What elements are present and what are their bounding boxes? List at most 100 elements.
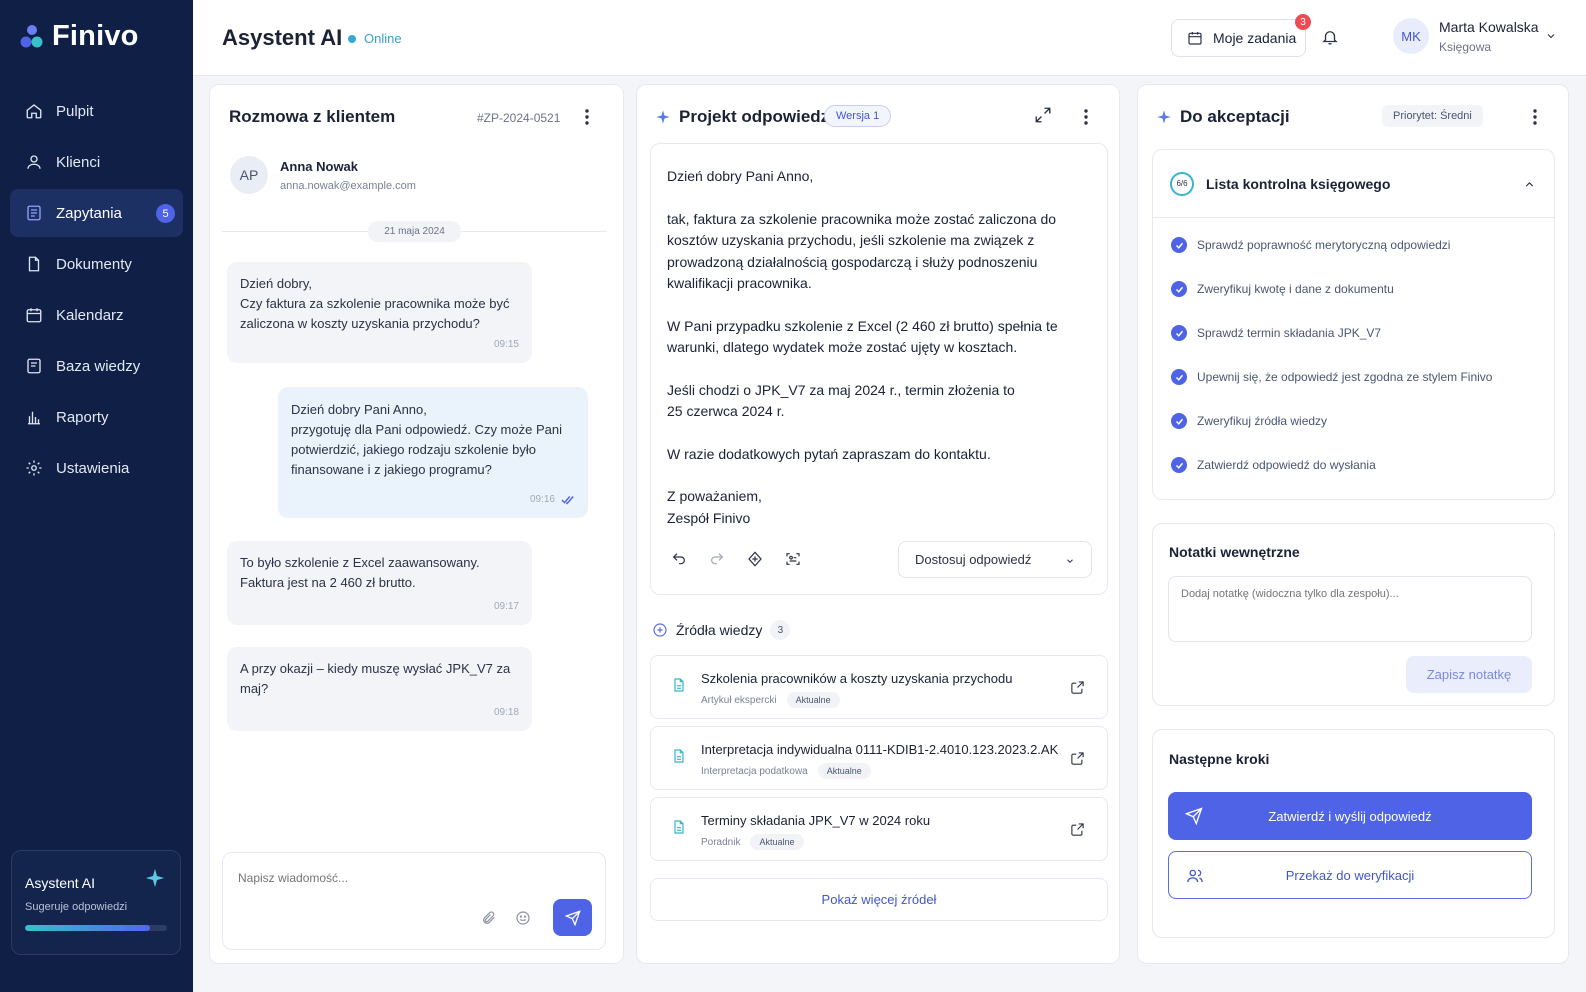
draft-paragraph: W Pani przypadku szkolenie z Excel (2 46… xyxy=(667,317,1058,356)
version-badge[interactable]: Wersja 1 xyxy=(824,105,892,127)
document-icon xyxy=(671,818,687,836)
document-icon xyxy=(671,676,687,694)
checklist-item-label: Upewnij się, że odpowiedź jest zgodna ze… xyxy=(1197,370,1493,384)
checklist-item[interactable]: Sprawdź poprawność merytoryczną odpowied… xyxy=(1153,223,1554,267)
check-icon xyxy=(1171,413,1187,429)
source-title: Terminy składania JPK_V7 w 2024 roku xyxy=(701,813,931,828)
show-more-sources-button[interactable]: Pokaż więcej źródeł xyxy=(650,878,1108,921)
user-name: Marta Kowalska xyxy=(1439,18,1539,35)
external-link-icon[interactable] xyxy=(1070,751,1085,766)
note-input[interactable] xyxy=(1168,576,1532,642)
sparkle-icon xyxy=(1156,109,1172,125)
emoji-icon[interactable] xyxy=(515,910,531,926)
checklist-item[interactable]: Zweryfikuj kwotę i dane z dokumentu xyxy=(1153,267,1554,311)
plus-circle-icon xyxy=(652,622,668,638)
message-time: 09:16 xyxy=(529,494,555,505)
checklist-item[interactable]: Zatwierdź odpowiedź do wysłania xyxy=(1153,443,1554,487)
chevron-up-icon[interactable] xyxy=(1523,178,1536,191)
message-text: Dzień dobry Pani Anno, przygotuję dla Pa… xyxy=(291,402,562,477)
date-label: 21 maja 2024 xyxy=(368,220,461,242)
check-icon xyxy=(1171,369,1187,385)
paperclip-icon[interactable] xyxy=(481,910,497,926)
logo[interactable]: Finivo xyxy=(20,20,139,53)
expand-icon[interactable] xyxy=(1034,106,1052,124)
external-link-icon[interactable] xyxy=(1070,822,1085,837)
document-icon xyxy=(671,747,687,765)
source-item[interactable]: Terminy składania JPK_V7 w 2024 roku Por… xyxy=(650,797,1108,861)
checklist-header[interactable]: 6/6 Lista kontrolna księgowego xyxy=(1153,150,1554,218)
more-options-icon[interactable] xyxy=(579,107,595,127)
ai-card-subtitle: Sugeruje odpowiedzi xyxy=(25,901,128,913)
ai-rewrite-icon[interactable] xyxy=(747,551,763,567)
sidebar-nav: Pulpit Klienci Zapytania 5 Dokumenty Kal… xyxy=(10,87,183,495)
message-input[interactable] xyxy=(238,871,538,885)
forward-verification-button[interactable]: Przekaż do weryfikacji xyxy=(1168,851,1532,899)
message-outgoing: Dzień dobry Pani Anno, przygotuję dla Pa… xyxy=(278,387,588,518)
checklist-item-label: Sprawdź poprawność merytoryczną odpowied… xyxy=(1197,238,1451,252)
approval-panel: Do akceptacji Priorytet: Średni 6/6 List… xyxy=(1137,84,1569,964)
approve-send-button[interactable]: Zatwierdź i wyślij odpowiedź xyxy=(1168,792,1532,840)
save-note-button[interactable]: Zapisz notatkę xyxy=(1406,656,1532,693)
sidebar-item-pulpit[interactable]: Pulpit xyxy=(10,87,183,135)
next-steps-title: Następne kroki xyxy=(1169,751,1270,767)
status-indicator: Online xyxy=(348,31,402,46)
more-options-icon[interactable] xyxy=(1527,107,1543,127)
notes-title: Notatki wewnętrzne xyxy=(1169,544,1300,560)
send-icon xyxy=(1185,807,1203,825)
redo-icon[interactable] xyxy=(709,551,725,567)
source-title: Szkolenia pracowników a koszty uzyskania… xyxy=(701,671,1013,686)
checklist-item[interactable]: Zweryfikuj źródła wiedzy xyxy=(1153,399,1554,443)
sidebar-item-label: Kalendarz xyxy=(56,306,124,324)
draft-paragraph: tak, faktura za szkolenie pracownika moż… xyxy=(667,210,1057,292)
source-tag: Aktualne xyxy=(786,692,840,708)
checklist-item[interactable]: Upewnij się, że odpowiedź jest zgodna ze… xyxy=(1153,355,1554,399)
more-options-icon[interactable] xyxy=(1078,107,1094,127)
sidebar-item-label: Zapytania xyxy=(56,204,122,222)
tasks-count-badge: 3 xyxy=(1295,14,1311,30)
checklist-item-label: Sprawdź termin składania JPK_V7 xyxy=(1197,326,1382,340)
checklist-item[interactable]: Sprawdź termin składania JPK_V7 xyxy=(1153,311,1554,355)
avatar: MK xyxy=(1393,18,1429,54)
client-email: anna.nowak@example.com xyxy=(280,179,416,192)
message-incoming: Dzień dobry, Czy faktura za szkolenie pr… xyxy=(227,262,532,363)
page-title: Asystent AI xyxy=(222,25,343,50)
adjust-response-dropdown[interactable]: Dostosuj odpowiedź xyxy=(898,541,1092,578)
draft-text[interactable]: Dzień dobry Pani Anno, tak, faktura za s… xyxy=(667,166,1087,550)
sidebar-item-klienci[interactable]: Klienci xyxy=(10,138,183,186)
draft-editor[interactable]: Dzień dobry Pani Anno, tak, faktura za s… xyxy=(650,143,1108,595)
sidebar-item-raporty[interactable]: Raporty xyxy=(10,393,183,441)
send-button[interactable] xyxy=(553,899,592,936)
sidebar-item-label: Ustawienia xyxy=(56,459,130,477)
check-icon xyxy=(1171,325,1187,341)
undo-icon[interactable] xyxy=(671,551,687,567)
source-item[interactable]: Szkolenia pracowników a koszty uzyskania… xyxy=(650,655,1108,719)
source-title: Interpretacja indywidualna 0111-KDIB1-2.… xyxy=(701,742,1059,757)
source-meta: Interpretacja podatkowa Aktualne xyxy=(701,763,871,779)
count-badge: 5 xyxy=(156,204,175,223)
user-menu[interactable]: MK Marta Kowalska Księgowa xyxy=(1393,18,1539,54)
ai-assistant-card[interactable]: Asystent AI Sugeruje odpowiedzi xyxy=(11,850,181,955)
my-tasks-label: Moje zadania xyxy=(1213,30,1297,46)
sidebar-item-zapytania[interactable]: Zapytania 5 xyxy=(10,189,183,237)
forward-verification-label: Przekaż do weryfikacji xyxy=(1285,867,1415,883)
users-icon xyxy=(1186,867,1204,885)
source-item[interactable]: Interpretacja indywidualna 0111-KDIB1-2.… xyxy=(650,726,1108,790)
checklist-item-label: Zweryfikuj kwotę i dane z dokumentu xyxy=(1197,282,1394,296)
sidebar-item-kalendarz[interactable]: Kalendarz xyxy=(10,291,183,339)
sidebar-item-dokumenty[interactable]: Dokumenty xyxy=(10,240,183,288)
sidebar-item-label: Baza wiedzy xyxy=(56,357,141,375)
external-link-icon[interactable] xyxy=(1070,680,1085,695)
bell-icon[interactable] xyxy=(1321,27,1339,47)
next-steps: Następne kroki Zatwierdź i wyślij odpowi… xyxy=(1152,729,1555,938)
sparkle-icon xyxy=(655,109,671,125)
my-tasks-button[interactable]: Moje zadania 3 xyxy=(1171,14,1311,57)
scan-icon[interactable] xyxy=(785,551,801,567)
message-incoming: To było szkolenie z Excel zaawansowany. … xyxy=(227,541,532,625)
draft-paragraph: Z poważaniem, Zespół Finivo xyxy=(667,488,762,526)
sidebar-item-baza-wiedzy[interactable]: Baza wiedzy xyxy=(10,342,183,390)
source-tag: Aktualne xyxy=(750,834,804,850)
sources-title: Źródła wiedzy xyxy=(676,622,763,638)
message-time: 09:15 xyxy=(493,339,519,350)
sidebar-item-ustawienia[interactable]: Ustawienia xyxy=(10,444,183,492)
chevron-down-icon[interactable] xyxy=(1545,30,1557,42)
